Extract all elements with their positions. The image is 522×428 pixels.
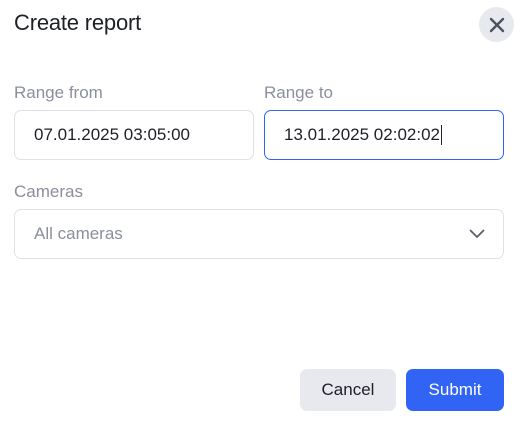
range-from-value: 07.01.2025 03:05:00 xyxy=(34,125,190,144)
dialog-title: Create report xyxy=(14,10,142,35)
range-to-value: 13.01.2025 02:02:02 xyxy=(284,125,440,144)
cameras-select[interactable]: All cameras xyxy=(14,209,504,259)
range-from-label: Range from xyxy=(14,83,103,102)
cameras-selected-value: All cameras xyxy=(34,224,123,243)
cancel-button[interactable]: Cancel xyxy=(300,369,396,411)
chevron-down-icon xyxy=(469,229,485,238)
range-to-label: Range to xyxy=(264,83,333,102)
close-button[interactable] xyxy=(479,7,514,42)
close-icon xyxy=(489,17,504,32)
range-from-input[interactable]: 07.01.2025 03:05:00 xyxy=(14,110,254,160)
cameras-label: Cameras xyxy=(14,182,83,201)
text-caret xyxy=(440,125,442,145)
range-to-input[interactable]: 13.01.2025 02:02:02 xyxy=(264,110,504,160)
create-report-dialog: Create report Range from 07.01.2025 03:0… xyxy=(0,0,522,428)
submit-button[interactable]: Submit xyxy=(406,369,504,411)
